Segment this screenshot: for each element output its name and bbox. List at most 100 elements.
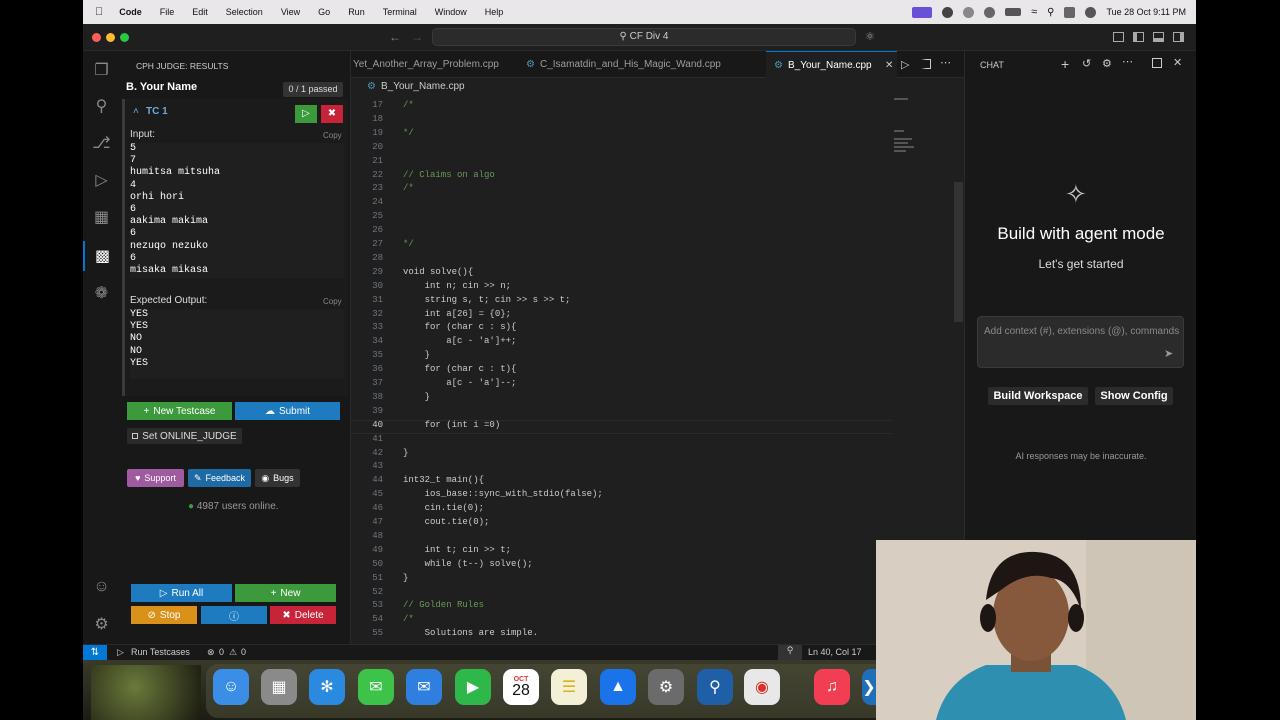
close-tab-icon[interactable]: ✕ (885, 52, 893, 79)
toggle-sidebar-icon[interactable] (1133, 32, 1144, 42)
testcase-label[interactable]: TC 1 (146, 106, 168, 117)
vscode-icon[interactable]: ❯ (862, 669, 876, 705)
submit-button[interactable]: ☁ Submit (235, 402, 340, 420)
calendar-icon[interactable]: OCT 28 (503, 669, 539, 705)
system-settings-icon[interactable]: ⚙ (648, 669, 684, 705)
notes-icon[interactable]: ☰ (551, 669, 587, 705)
minimap[interactable] (894, 96, 948, 186)
new-button[interactable]: + New (235, 584, 336, 602)
clock[interactable]: Tue 28 Oct 9:11 PM (1106, 7, 1186, 17)
tab-yet-another-array-problem[interactable]: Yet_Another_Array_Problem.cpp (353, 51, 499, 78)
status-icon[interactable] (942, 6, 954, 18)
send-icon[interactable]: ➤ (1164, 347, 1173, 360)
search-icon[interactable]: ⚲ (1047, 7, 1054, 18)
extensions-icon[interactable]: ▦ (83, 202, 120, 232)
back-arrow-icon[interactable]: ← (389, 30, 401, 44)
new-chat-icon[interactable]: + (1061, 56, 1069, 72)
cursor-position[interactable]: Ln 40, Col 17 (808, 647, 862, 657)
mail-icon[interactable]: ✉ (406, 669, 442, 705)
feedback-button[interactable]: ✎ Feedback (188, 469, 251, 487)
record-icon[interactable] (963, 6, 975, 18)
siri-icon[interactable] (1085, 6, 1097, 18)
close-icon[interactable]: ✕ (1173, 56, 1182, 69)
account-icon[interactable]: ☺ (83, 572, 120, 602)
editor-scrollbar[interactable] (954, 182, 963, 322)
menu-help[interactable]: Help (485, 7, 504, 17)
warnings-count[interactable]: 0 (241, 647, 246, 657)
messages-icon[interactable]: ✉ (358, 669, 394, 705)
run-testcase-button[interactable]: ▷ (295, 105, 317, 123)
tab-b-your-name[interactable]: ⚙ B_Your_Name.cpp ✕ (766, 51, 897, 78)
run-code-icon[interactable]: ▷ (901, 58, 909, 71)
run-debug-icon[interactable]: ▷ (83, 165, 120, 195)
keynote-icon[interactable]: ▲ (600, 669, 636, 705)
show-config-button[interactable]: Show Config (1095, 387, 1173, 405)
layout-icon[interactable] (1113, 32, 1124, 42)
chrome-icon[interactable]: ◉ (744, 669, 780, 705)
split-editor-icon[interactable] (921, 59, 931, 69)
menu-run[interactable]: Run (348, 7, 365, 17)
run-all-button[interactable]: ▷ Run All (131, 584, 232, 602)
chevron-up-icon[interactable]: ˄ (133, 106, 139, 117)
menu-window[interactable]: Window (435, 7, 467, 17)
expected-output-textarea[interactable]: YES YES NO NO YES (130, 309, 344, 379)
app-menu[interactable]: Code (119, 7, 142, 17)
paw-icon[interactable]: ❁ (83, 278, 120, 308)
problems-count[interactable]: 0 (219, 647, 224, 657)
chat-input[interactable]: Add context (#), extensions (@), command… (977, 316, 1184, 368)
settings-gear-icon[interactable]: ⚙ (1102, 57, 1112, 70)
menu-terminal[interactable]: Terminal (383, 7, 417, 17)
zoom-icon[interactable]: ⚲ (778, 645, 802, 660)
input-textarea[interactable]: 5 7 humitsa mitsuha 4 orhi hori 6 aakima… (130, 143, 344, 278)
history-icon[interactable]: ↺ (1082, 57, 1091, 70)
play-icon[interactable] (984, 6, 996, 18)
bugs-button[interactable]: ◉ Bugs (255, 469, 300, 487)
command-center[interactable]: ⚲ CF Div 4 (432, 28, 856, 46)
finder-icon[interactable]: ☺ (213, 669, 249, 705)
breadcrumb-file[interactable]: B_Your_Name.cpp (381, 81, 465, 92)
launchpad-icon[interactable]: ▦ (261, 669, 297, 705)
wifi-icon[interactable]: ≈ (1031, 6, 1037, 18)
toggle-panel-icon[interactable] (1153, 32, 1164, 42)
safari-icon[interactable]: ✻ (309, 669, 345, 705)
info-button[interactable]: ⓘ (201, 606, 267, 624)
menu-edit[interactable]: Edit (192, 7, 208, 17)
menu-file[interactable]: File (160, 7, 175, 17)
more-actions-icon[interactable]: ⋯ (940, 56, 951, 69)
minimize-window-button[interactable] (106, 33, 115, 42)
source-control-icon[interactable]: ⎇ (83, 128, 120, 158)
maximize-icon[interactable] (1152, 58, 1162, 68)
stop-button[interactable]: ⊘ Stop (131, 606, 197, 624)
apple-menu-icon[interactable]:  (95, 6, 103, 18)
run-testcases-button[interactable]: Run Testcases (131, 647, 190, 657)
explorer-icon[interactable]: ❐ (83, 55, 120, 85)
build-workspace-button[interactable]: Build Workspace (988, 387, 1088, 405)
close-window-button[interactable] (92, 33, 101, 42)
copy-input-button[interactable]: Copy (323, 131, 342, 140)
menu-selection[interactable]: Selection (226, 7, 263, 17)
settings-gear-icon[interactable]: ⚙ (83, 609, 120, 639)
remote-icon[interactable]: ⇅ (83, 645, 107, 661)
menu-view[interactable]: View (281, 7, 300, 17)
quicktime-icon[interactable]: ⚲ (697, 669, 733, 705)
search-icon[interactable]: ⚲ (83, 91, 120, 121)
menu-go[interactable]: Go (318, 7, 330, 17)
facetime-icon[interactable]: ▶ (455, 669, 491, 705)
battery-icon[interactable] (1005, 8, 1022, 16)
copilot-icon[interactable]: ⚛ (865, 30, 875, 43)
more-actions-icon[interactable]: ⋯ (1122, 55, 1133, 68)
support-button[interactable]: ♥ Support (127, 469, 184, 487)
delete-button[interactable]: ✖ Delete (270, 606, 336, 624)
code-editor[interactable]: 17 /* 18 19 */ 20 21 22 // Claims on algo 23 /* 24 2… (351, 96, 964, 644)
screen-share-icon[interactable] (912, 6, 933, 18)
music-icon[interactable]: ♫ (814, 669, 850, 705)
cph-judge-icon[interactable]: ▩ (83, 241, 120, 271)
control-center-icon[interactable] (1064, 6, 1076, 18)
delete-testcase-button[interactable]: ✖ (321, 105, 343, 123)
set-online-judge-button[interactable]: Set ONLINE_JUDGE (127, 428, 242, 444)
tab-c-isamatdin[interactable]: ⚙ C_Isamatdin_and_His_Magic_Wand.cpp (526, 51, 721, 78)
toggle-secondary-sidebar-icon[interactable] (1173, 32, 1184, 42)
copy-expected-button[interactable]: Copy (323, 297, 342, 306)
zoom-window-button[interactable] (120, 33, 129, 42)
new-testcase-button[interactable]: + New Testcase (127, 402, 232, 420)
